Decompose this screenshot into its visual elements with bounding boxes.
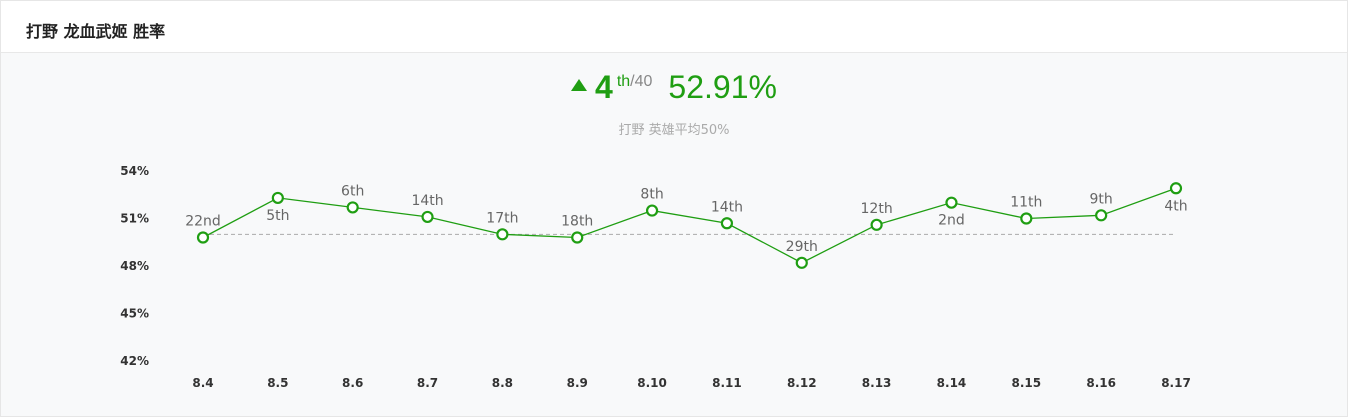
data-point xyxy=(1095,209,1108,222)
rank-label: 22nd xyxy=(185,214,221,230)
data-point xyxy=(1020,212,1033,225)
x-tick-label: 8.10 xyxy=(637,376,667,390)
winrate-line-chart: 54% 51% 48% 45% 42% 8.4 8.5 8.6 8.7 8.8 8.9 8.10 8.1… xyxy=(120,164,1191,390)
data-point xyxy=(421,210,434,224)
y-tick-label: 45% xyxy=(120,307,149,321)
y-tick-label: 51% xyxy=(120,212,149,226)
rank-label: 14th xyxy=(411,193,443,209)
rank-label: 5th xyxy=(266,208,289,224)
y-tick-label: 48% xyxy=(120,259,149,273)
x-tick-label: 8.17 xyxy=(1161,376,1191,390)
x-tick-label: 8.6 xyxy=(342,376,363,390)
rank-label: 17th xyxy=(486,210,518,226)
card-header: 打野 龙血武姬 胜率 xyxy=(1,1,1347,53)
data-point xyxy=(870,218,883,231)
x-tick-label: 8.16 xyxy=(1086,376,1116,390)
x-tick-label: 8.9 xyxy=(567,376,588,390)
rank-label: 18th xyxy=(561,214,593,230)
x-tick-label: 8.14 xyxy=(937,376,967,390)
x-tick-label: 8.12 xyxy=(787,376,817,390)
data-point xyxy=(945,196,958,209)
rank-label: 29th xyxy=(786,239,818,255)
x-tick-label: 8.5 xyxy=(267,376,288,390)
x-tick-label: 8.11 xyxy=(712,376,742,390)
rank-label: 8th xyxy=(640,187,663,203)
y-tick-label: 42% xyxy=(120,354,149,368)
winrate-card: 打野 龙血武姬 胜率 4 th/40 52.91% 打野 英雄平均50% 54% 51… xyxy=(0,0,1348,417)
rank-label: 4th xyxy=(1164,198,1187,214)
x-tick-label: 8.13 xyxy=(862,376,892,390)
rank-label: 12th xyxy=(861,201,893,217)
data-point xyxy=(271,191,284,205)
x-tick-label: 8.8 xyxy=(492,376,513,390)
rank-label: 14th xyxy=(711,199,743,215)
data-point xyxy=(571,231,584,244)
y-tick-label: 54% xyxy=(120,164,149,178)
data-point xyxy=(496,228,509,241)
x-tick-label: 8.7 xyxy=(417,376,438,390)
data-point xyxy=(795,256,808,269)
x-tick-label: 8.15 xyxy=(1012,376,1042,390)
rank-label: 9th xyxy=(1090,191,1113,207)
data-point xyxy=(720,217,734,230)
data-point xyxy=(1169,182,1183,195)
rank-label: 2nd xyxy=(938,213,965,229)
data-point xyxy=(346,201,359,214)
data-point xyxy=(196,231,210,244)
x-tick-label: 8.4 xyxy=(192,376,213,390)
card-body: 4 th/40 52.91% 打野 英雄平均50% 54% 51% 48% 45% 42% 8… xyxy=(1,53,1347,416)
rank-label: 6th xyxy=(341,183,364,199)
card-title: 打野 龙血武姬 胜率 xyxy=(26,22,166,41)
data-point xyxy=(645,204,659,217)
rank-label: 11th xyxy=(1010,195,1042,211)
